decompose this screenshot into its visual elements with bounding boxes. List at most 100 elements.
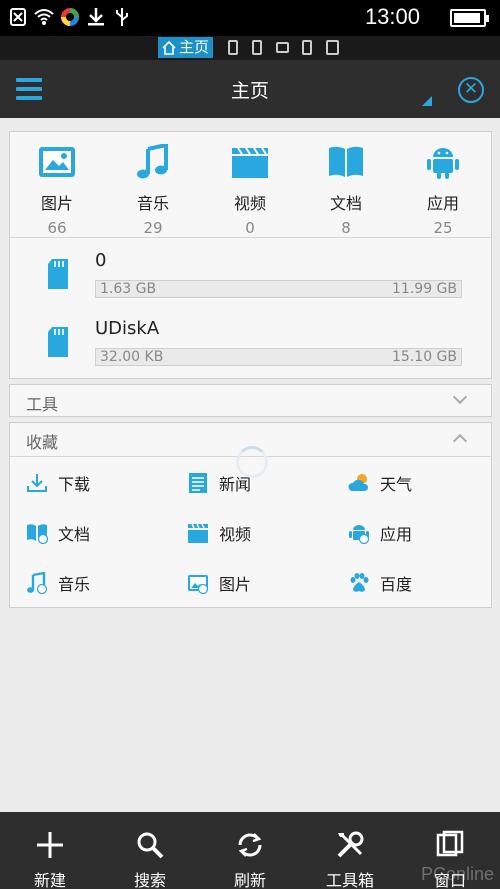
favorite-label: 下载 (58, 475, 91, 494)
category-count: 0 (245, 219, 255, 237)
clock: 13:00 (364, 4, 420, 29)
storage-name: 0 (95, 250, 107, 271)
document-icon (27, 524, 48, 544)
music-icon (137, 142, 168, 179)
android-icon (427, 148, 459, 179)
bottom-toolbar: 新建 搜索 刷新 工具箱 窗口 PConline (0, 812, 500, 889)
favorite-label: 视频 (219, 525, 252, 544)
favorite-label: 图片 (219, 575, 252, 594)
window-tab-phone-2[interactable] (252, 40, 262, 55)
sd-card-icon (48, 327, 68, 357)
toolbox-button[interactable]: 工具箱 (300, 812, 400, 889)
window-strip: 主页 (0, 36, 500, 60)
wifi-icon (34, 9, 54, 25)
window-tab-label: 主页 (179, 38, 210, 56)
button-label: 工具箱 (325, 871, 374, 889)
category-label: 视频 (233, 194, 266, 213)
favorite-label: 应用 (380, 525, 413, 544)
category-count: 29 (143, 219, 163, 237)
app-logo-icon (61, 8, 79, 26)
category-count: 8 (341, 219, 351, 237)
weather-icon (348, 474, 369, 491)
refresh-icon (238, 833, 262, 857)
chevron-up-icon[interactable] (452, 433, 468, 449)
home-icon (162, 40, 176, 55)
storage-item-udisk[interactable]: UDiskA 32.00 KB 15.10 GB (10, 308, 491, 378)
category-documents[interactable]: 文档 8 (306, 144, 386, 237)
status-bar: 13:00 (0, 0, 500, 36)
image-icon (188, 575, 209, 594)
watermark: PConline (420, 864, 494, 884)
storage-name: UDiskA (95, 318, 160, 339)
favorite-videos[interactable]: 视频 (187, 521, 251, 545)
storage-used: 1.63 GB (100, 281, 157, 297)
storage-item-internal[interactable]: 0 1.63 GB 11.99 GB (10, 240, 491, 310)
close-icon[interactable]: ✕ (458, 77, 484, 103)
window-icon (436, 830, 464, 857)
category-images[interactable]: 图片 66 (17, 144, 97, 237)
storage-total: 11.99 GB (392, 281, 457, 297)
favorite-label: 音乐 (58, 575, 91, 594)
window-tab-multi[interactable] (326, 40, 339, 55)
category-panel: 图片 66 音乐 29 视频 0 文档 8 应用 25 0 1.63 GB 11… (9, 131, 492, 379)
search-icon (137, 832, 164, 859)
category-music[interactable]: 音乐 29 (113, 142, 193, 237)
chevron-down-icon (452, 389, 468, 405)
category-videos[interactable]: 视频 0 (210, 144, 290, 237)
sd-card-icon (48, 259, 68, 289)
battery-level (454, 13, 480, 23)
section-title: 工具 (26, 395, 59, 414)
favorite-label: 天气 (380, 475, 413, 494)
category-count: 66 (47, 219, 67, 237)
book-icon (329, 146, 363, 177)
window-tab-phone-1[interactable] (228, 40, 238, 55)
category-label: 文档 (329, 194, 362, 213)
title-bar: 主页 (0, 60, 500, 118)
search-button[interactable]: 搜索 (100, 812, 200, 889)
storage-used: 32.00 KB (100, 349, 164, 365)
window-tab-phone-3[interactable] (302, 40, 312, 55)
tools-section-header[interactable]: 工具 (9, 384, 492, 417)
favorite-apps[interactable]: 应用 (348, 521, 412, 545)
video-icon (232, 147, 268, 178)
notification-icons (8, 7, 132, 27)
category-label: 应用 (426, 194, 459, 213)
button-label: 新建 (33, 871, 66, 889)
category-label: 图片 (40, 194, 73, 213)
baidu-paw-icon (350, 573, 369, 592)
favorite-weather[interactable]: 天气 (348, 471, 412, 495)
image-icon (39, 147, 75, 177)
category-count: 25 (433, 219, 453, 237)
category-label: 音乐 (136, 194, 169, 213)
refresh-button[interactable]: 刷新 (200, 812, 300, 889)
loading-spinner (236, 446, 268, 478)
android-icon (349, 525, 370, 544)
new-button[interactable]: 新建 (0, 812, 100, 889)
category-apps[interactable]: 应用 25 (403, 144, 483, 237)
favorite-images[interactable]: 图片 (187, 571, 251, 595)
battery-icon (450, 9, 489, 27)
window-tab-image[interactable] (276, 42, 289, 53)
favorite-baidu[interactable]: 百度 (348, 571, 412, 595)
section-title: 收藏 (26, 433, 59, 452)
download-icon (27, 474, 47, 492)
sim-off-icon (10, 8, 26, 26)
divider (10, 237, 491, 238)
favorite-label: 百度 (380, 575, 413, 594)
favorite-music[interactable]: 音乐 (26, 571, 90, 595)
button-label: 搜索 (133, 871, 166, 889)
storage-total: 15.10 GB (392, 349, 457, 365)
favorite-documents[interactable]: 文档 (26, 521, 90, 545)
usb-icon (116, 8, 128, 26)
storage-usage-bar: 32.00 KB 15.10 GB (95, 348, 462, 366)
favorite-label: 文档 (58, 525, 91, 544)
plus-icon (37, 832, 63, 858)
window-tab-home[interactable]: 主页 (158, 37, 214, 58)
download-status-icon (88, 8, 104, 26)
dropdown-corner-icon[interactable] (422, 96, 432, 106)
toolbox-icon (337, 831, 364, 858)
music-icon (27, 572, 48, 594)
favorite-download[interactable]: 下载 (26, 471, 90, 495)
video-icon (188, 523, 208, 543)
news-icon (189, 473, 207, 493)
